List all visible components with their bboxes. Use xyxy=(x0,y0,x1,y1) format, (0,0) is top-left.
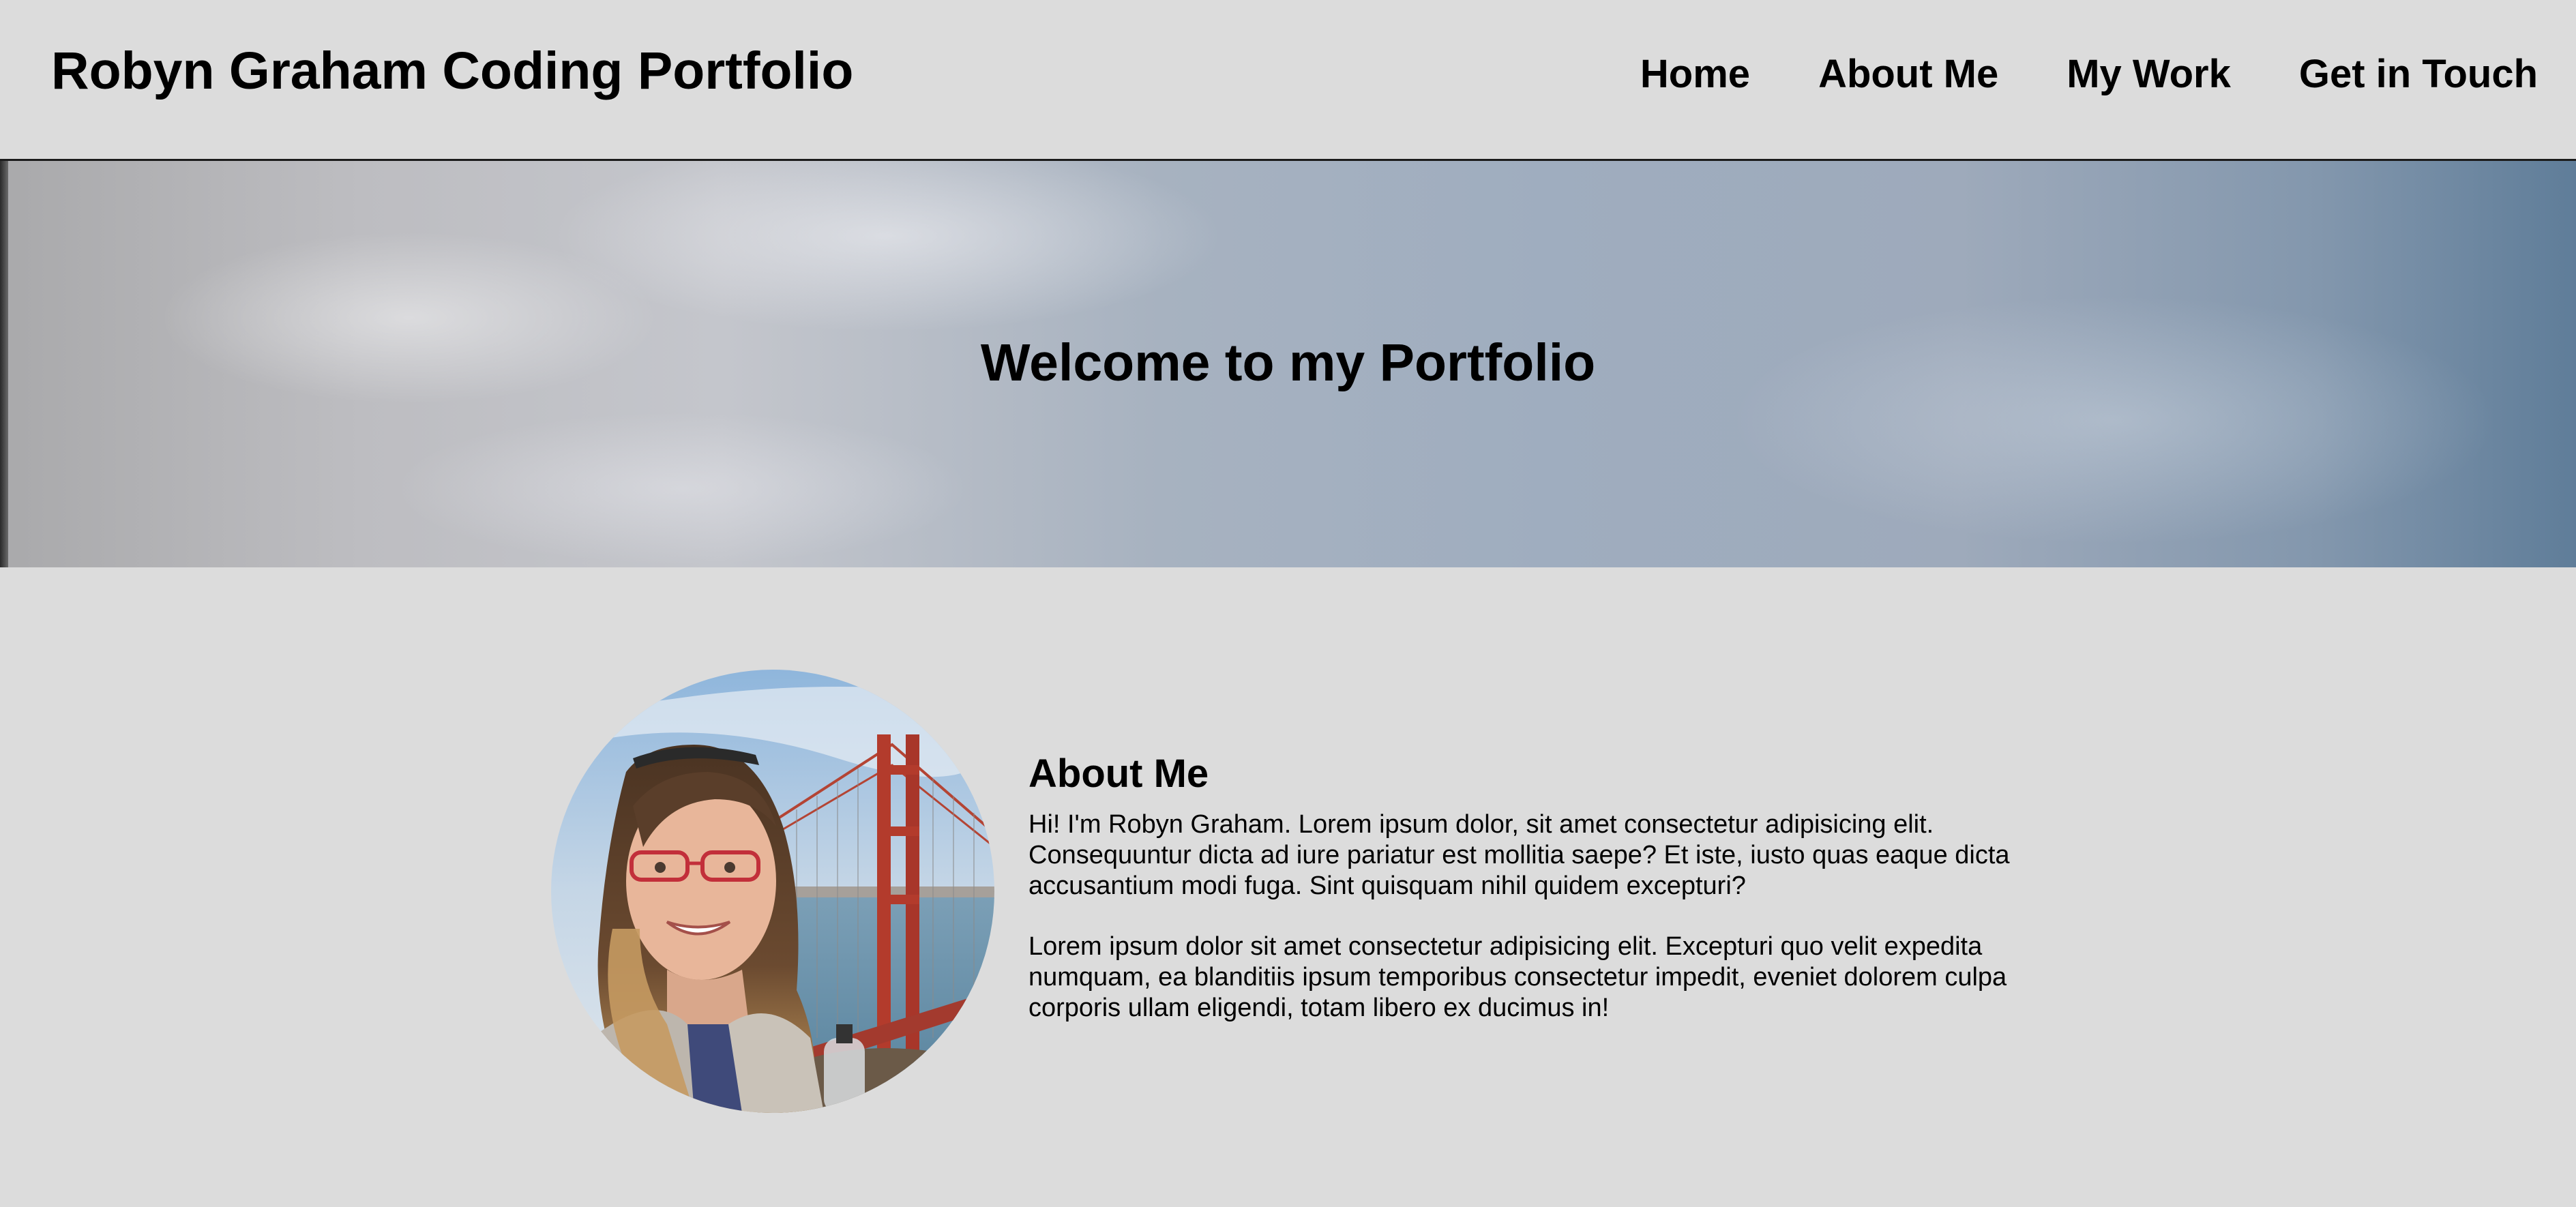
nav-link-about-me[interactable]: About Me xyxy=(1818,52,1998,96)
about-paragraph-intro: Hi! I'm Robyn Graham. Lorem ipsum dolor,… xyxy=(1028,809,2010,900)
about-heading: About Me xyxy=(1028,751,1209,796)
nav-item-get-in-touch: Get in Touch xyxy=(2299,50,2538,98)
nav-item-about-me: About Me xyxy=(1818,50,1998,98)
nav-link-home[interactable]: Home xyxy=(1640,52,1750,96)
about-paragraph-second: Lorem ipsum dolor sit amet consectetur a… xyxy=(1028,932,2007,1022)
site-title: Robyn Graham Coding Portfolio xyxy=(51,42,854,100)
nav-link-get-in-touch[interactable]: Get in Touch xyxy=(2299,52,2538,96)
site-header: Robyn Graham Coding Portfolio Home About… xyxy=(0,0,2576,161)
about-section: About Me Hi! I'm Robyn Graham. Lorem ips… xyxy=(0,567,2576,1207)
profile-photo xyxy=(551,670,994,1113)
hero-banner: Welcome to my Portfolio xyxy=(0,161,2576,567)
nav-link-my-work[interactable]: My Work xyxy=(2067,52,2231,96)
nav-item-home: Home xyxy=(1640,50,1750,98)
nav-item-my-work: My Work xyxy=(2067,50,2231,98)
about-text-block: About Me Hi! I'm Robyn Graham. Lorem ips… xyxy=(1028,751,2038,1054)
nav-list: Home About Me My Work Get in Touch xyxy=(1640,50,2538,98)
hero-title: Welcome to my Portfolio xyxy=(980,333,1596,392)
